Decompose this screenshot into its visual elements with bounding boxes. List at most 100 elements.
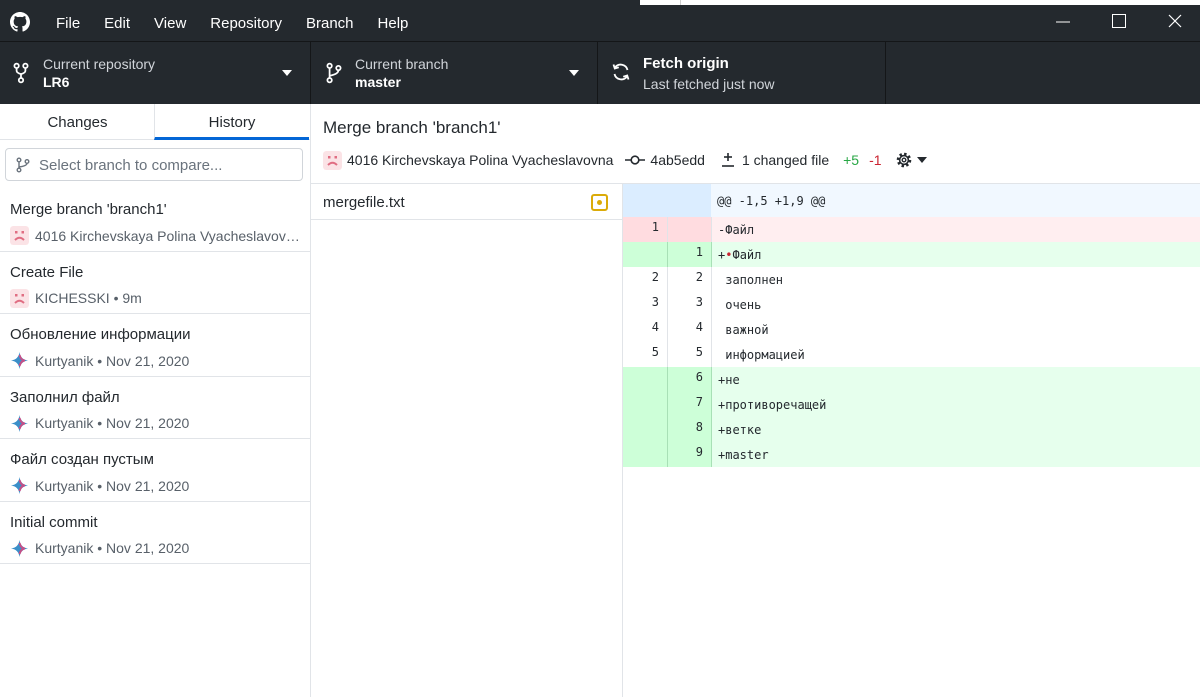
diff-line-text-container: +•Файл [711,242,1200,267]
sync-icon [612,63,630,81]
commit-list-item[interactable]: Create File KICHESSKI • 9m [0,252,310,314]
commit-list-item[interactable]: Заполнил файл Kurtyanik • Nov 21, 2020 [0,377,310,439]
menu-help[interactable]: Help [366,0,421,41]
commit-title: Merge branch 'branch1' [10,201,167,218]
diff-line-text: информацией [711,342,1200,367]
diff-line-context[interactable]: 4 4 важной [623,317,1200,342]
chevron-down-icon [569,70,579,76]
diff-icon [721,153,734,167]
star-avatar-icon [11,539,28,557]
old-line-number [623,442,667,467]
chevron-down-icon [282,70,292,76]
git-commit-icon [625,155,646,165]
old-line-number: 4 [651,320,659,334]
maximize-icon[interactable] [1110,12,1128,30]
branch-compare-input[interactable] [39,155,294,175]
new-line-number: 3 [667,292,711,317]
branch-compare-field[interactable] [5,148,303,181]
diff-line-added[interactable]: 7 +противоречащей [623,392,1200,417]
commit-meta: KICHESSKI • 9m [10,288,300,308]
diff-line-added[interactable]: 9 +master [623,442,1200,467]
diff-line-text: очень [711,292,1200,317]
close-icon[interactable] [1166,12,1184,30]
commit-list-item[interactable]: Обновление информации Kurtyanik • Nov 21… [0,314,310,377]
hunk-gutter[interactable] [623,184,711,217]
diff-line-context[interactable]: 5 5 информацией [623,342,1200,367]
diff-line-text: важной [711,317,1200,342]
menu-repository[interactable]: Repository [198,0,294,41]
sidebar: Changes History Merge branch 'branch1' 4… [0,104,311,697]
sidebar-tabs: Changes History [0,104,310,140]
repo-fork-icon [13,62,29,84]
hunk-header-text: @@ -1,5 +1,9 @@ [717,194,826,208]
chevron-down-icon [916,157,927,163]
diff-view: @@ -1,5 +1,9 @@ 1 -Файл 1 +•Файл 2 2 зап… [623,184,1200,697]
last-fetched-label: Last fetched just now [643,76,775,92]
old-line-number [623,242,667,267]
new-line-number: 2 [667,267,711,292]
commit-meta: Kurtyanik • Nov 21, 2020 [10,476,300,495]
current-repository-name: LR6 [43,74,70,90]
diff-line-context[interactable]: 3 3 очень [623,292,1200,317]
current-branch-label: Current branch [355,56,449,72]
diff-line-added[interactable]: 6 +не [623,367,1200,392]
tab-history[interactable]: History [154,104,309,140]
file-name: mergefile.txt [323,194,405,211]
commit-title: Create File [10,263,84,281]
new-line-number: 6 [667,367,711,392]
diff-line-added[interactable]: 8 +ветке [623,417,1200,442]
diff-line-text: Файл [732,248,762,262]
tab-changes[interactable]: Changes [0,104,155,140]
commit-title: Заполнил файл [10,388,120,406]
commit-sha[interactable]: 4ab5edd [650,152,705,168]
diff-line-context[interactable]: 2 2 заполнен [623,267,1200,292]
commit-meta: Kurtyanik • Nov 21, 2020 [10,539,300,558]
star-avatar-icon [11,352,28,369]
current-repository-label: Current repository [43,56,156,72]
diff-line-added[interactable]: 1 +•Файл [623,242,1200,267]
commit-author: Kurtyanik • Nov 21, 2020 [35,415,190,431]
sad-face-avatar-icon [10,288,29,308]
commit-title: Обновление информации [10,326,191,343]
fetch-origin-button[interactable]: Fetch origin Last fetched just now [598,42,886,104]
commit-author-name: 4016 Kirchevskaya Polina Vyacheslavovna [347,152,614,168]
menu-view[interactable]: View [142,0,198,41]
menu-branch[interactable]: Branch [294,0,366,41]
old-line-number: 5 [651,345,659,359]
old-line-number [623,392,667,417]
star-avatar-icon [11,477,28,494]
diff-line-deleted[interactable]: 1 -Файл [623,217,1200,242]
file-modified-icon [591,194,608,211]
diff-line-text: заполнен [711,267,1200,292]
commit-list-item[interactable]: Initial commit Kurtyanik • Nov 21, 2020 [0,502,310,564]
menu-bar: File Edit View Repository Branch Help [44,0,420,41]
additions-count: +5 [843,152,860,168]
commit-list-item[interactable]: Merge branch 'branch1' 4016 Kirchevskaya… [0,189,310,252]
new-line-number: 5 [667,342,711,367]
diff-line-text: -Файл [711,217,1200,242]
diff-hunk-header: @@ -1,5 +1,9 @@ [623,184,1200,217]
file-list-item[interactable]: mergefile.txt [311,184,622,220]
sad-face-avatar-icon [323,150,342,170]
commit-author: Kurtyanik • Nov 21, 2020 [35,477,190,494]
new-line-number: 1 [667,242,711,267]
old-line-number [623,417,667,442]
commit-detail-panel: Merge branch 'branch1' 4016 Kirchevskaya… [311,104,1200,697]
branch-icon [326,62,342,84]
commit-list-item[interactable]: Файл создан пустым Kurtyanik • Nov 21, 2… [0,439,310,502]
old-line-number: 2 [651,270,659,284]
diff-settings-button[interactable] [895,151,927,169]
current-branch-button[interactable]: Current branch master [311,42,598,104]
diff-line-text: +не [711,367,1200,392]
new-line-number: 8 [667,417,711,442]
old-line-number [623,367,667,392]
sad-face-avatar-icon [10,226,29,245]
commit-author: 4016 Kirchevskaya Polina Vyacheslavovn… [35,227,300,244]
commit-summary-header: Merge branch 'branch1' 4016 Kirchevskaya… [311,104,1200,184]
diff-line-text: +противоречащей [711,392,1200,417]
menu-file[interactable]: File [44,0,92,41]
changed-files-list: mergefile.txt [311,184,623,697]
current-repository-button[interactable]: Current repository LR6 [0,42,311,104]
minimize-icon[interactable] [1054,12,1072,30]
menu-edit[interactable]: Edit [92,0,142,41]
